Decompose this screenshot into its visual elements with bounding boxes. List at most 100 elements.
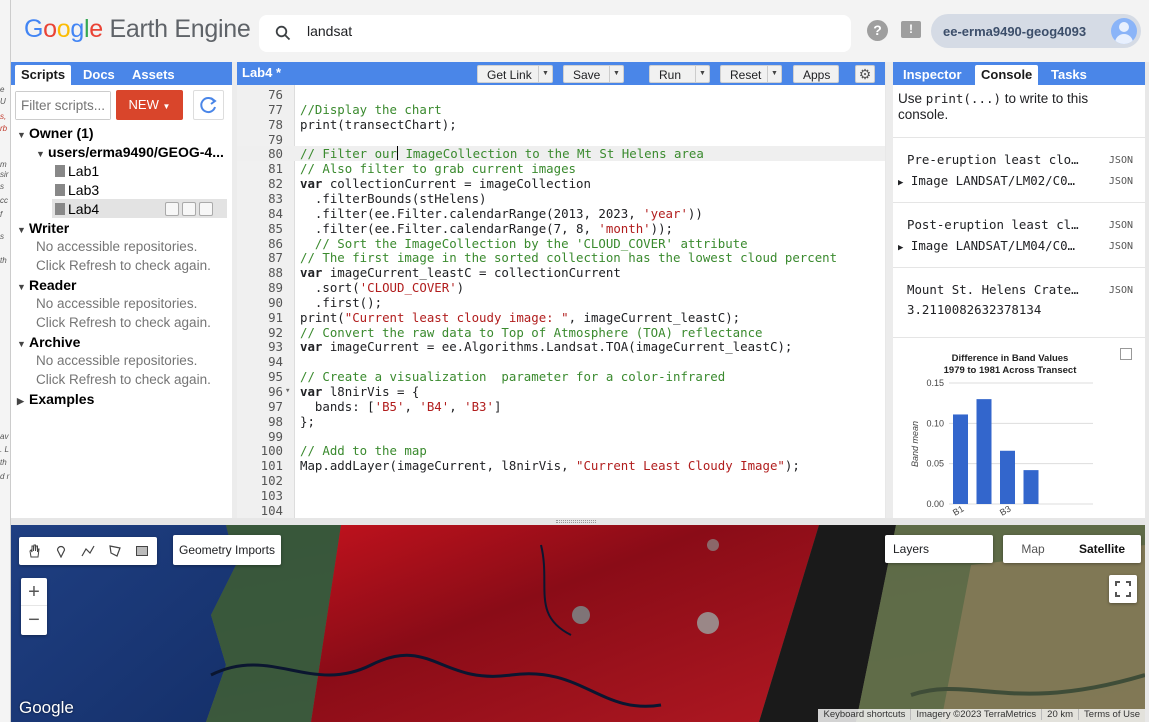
fullscreen-icon[interactable] xyxy=(1109,575,1137,603)
keyboard-shortcuts-link[interactable]: Keyboard shortcuts xyxy=(818,709,910,720)
x-tick-label: B1 xyxy=(951,504,966,518)
code-line[interactable]: 99 xyxy=(237,429,885,444)
tree-file-lab3[interactable]: Lab3 xyxy=(55,182,99,198)
archive-refresh-hint: Click Refresh to check again. xyxy=(36,372,211,387)
polygon-icon[interactable] xyxy=(108,544,122,558)
tab-tasks[interactable]: Tasks xyxy=(1045,65,1093,85)
code-line[interactable]: 86 // Sort the ImageCollection by the 'C… xyxy=(237,236,885,251)
tree-repo[interactable]: ▼ users/erma9490/GEOG-4... xyxy=(36,144,224,160)
code-text: .sort('CLOUD_COVER') xyxy=(300,280,464,295)
code-line[interactable]: 85 .filter(ee.Filter.calendarRange(7, 8,… xyxy=(237,221,885,236)
layers-button[interactable]: Layers xyxy=(885,535,993,563)
chevron-down-icon[interactable]: ▼ xyxy=(609,66,623,82)
hand-icon[interactable] xyxy=(27,544,41,558)
help-icon[interactable]: ? xyxy=(867,20,888,41)
code-line[interactable]: 76 xyxy=(237,87,885,102)
code-line[interactable]: 87 // The first image in the sorted colle… xyxy=(237,250,885,265)
delete-icon[interactable] xyxy=(199,202,213,216)
refresh-button[interactable] xyxy=(193,90,224,120)
output-label[interactable]: Pre-eruption least clo… xyxy=(907,152,1079,167)
tab-assets[interactable]: Assets xyxy=(126,65,181,85)
code-line[interactable]: 92 // Convert the raw data to Top of Atmo… xyxy=(237,325,885,340)
code-line[interactable]: 96 ▾ var l8nirVis = { xyxy=(237,384,885,399)
map-view[interactable]: Geometry Imports Layers Map Satellite + … xyxy=(11,525,1145,722)
zoom-out-button[interactable]: − xyxy=(21,606,47,634)
run-button[interactable]: Run ▼ xyxy=(649,65,710,83)
code-line[interactable]: 81 // Also filter to grab current images xyxy=(237,161,885,176)
history-icon[interactable] xyxy=(165,202,179,216)
code-line[interactable]: 94 xyxy=(237,354,885,369)
zoom-in-button[interactable]: + xyxy=(21,578,47,606)
json-button[interactable]: JSON xyxy=(1109,241,1133,252)
tree-owner[interactable]: ▼ Owner (1) xyxy=(17,125,94,141)
chevron-down-icon[interactable]: ▼ xyxy=(695,66,709,82)
geometry-imports-button[interactable]: Geometry Imports xyxy=(173,535,281,565)
new-button[interactable]: NEW ▼ xyxy=(116,90,183,120)
json-button[interactable]: JSON xyxy=(1109,220,1133,231)
tab-docs[interactable]: Docs xyxy=(77,65,121,85)
code-line[interactable]: 100 // Add to the map xyxy=(237,443,885,458)
tree-archive[interactable]: ▼ Archive xyxy=(17,334,80,350)
filter-scripts-field[interactable] xyxy=(15,91,111,120)
code-line[interactable]: 88 var imageCurrent_leastC = collectionCu… xyxy=(237,265,885,280)
map-type-map[interactable]: Map xyxy=(1003,535,1063,563)
tab-console[interactable]: Console xyxy=(975,65,1039,85)
output-label[interactable]: Mount St. Helens Crate… xyxy=(907,282,1079,297)
code-line[interactable]: 83 .filterBounds(stHelens) xyxy=(237,191,885,206)
tree-file-lab1[interactable]: Lab1 xyxy=(55,163,99,179)
tree-writer[interactable]: ▼ Writer xyxy=(17,220,69,236)
json-button[interactable]: JSON xyxy=(1109,285,1133,296)
code-line[interactable]: 101 Map.addLayer(imageCurrent, l8nirVis, … xyxy=(237,458,885,473)
save-button[interactable]: Save ▼ xyxy=(563,65,624,83)
chevron-down-icon[interactable]: ▼ xyxy=(767,66,781,82)
code-line[interactable]: 98}; xyxy=(237,414,885,429)
code-line[interactable]: 104 xyxy=(237,503,885,518)
code-token: imageCurrent_leastC = collectionCurrent xyxy=(322,265,621,281)
code-line[interactable]: 79 xyxy=(237,132,885,147)
line-icon[interactable] xyxy=(81,544,95,558)
feedback-icon[interactable]: ! xyxy=(901,21,921,38)
map-type-satellite[interactable]: Satellite xyxy=(1063,535,1141,563)
code-line[interactable]: 89 .sort('CLOUD_COVER') xyxy=(237,280,885,295)
json-button[interactable]: JSON xyxy=(1109,155,1133,166)
right-splitter[interactable] xyxy=(886,62,893,518)
fold-toggle-icon[interactable]: ▾ xyxy=(285,384,290,399)
search-input[interactable] xyxy=(307,23,807,39)
marker-icon[interactable] xyxy=(54,544,68,559)
code-line[interactable]: 91 print("Current least cloudy image: ", … xyxy=(237,310,885,325)
tree-reader[interactable]: ▼ Reader xyxy=(17,277,76,293)
chevron-down-icon[interactable]: ▼ xyxy=(538,66,552,82)
code-line[interactable]: 80 // Filter our ImageCollection to the M… xyxy=(237,146,885,162)
code-line[interactable]: 102 xyxy=(237,473,885,488)
code-line[interactable]: 78 print(transectChart); xyxy=(237,117,885,132)
tree-file-lab4[interactable]: Lab4 xyxy=(55,201,99,217)
map-splitter[interactable] xyxy=(11,518,1145,525)
output-image[interactable]: ▶ Image LANDSAT/LM02/C0… xyxy=(898,173,1075,188)
reset-button[interactable]: Reset ▼ xyxy=(720,65,782,83)
get-link-button[interactable]: Get Link ▼ xyxy=(477,65,553,83)
rectangle-icon[interactable] xyxy=(135,544,149,558)
gear-icon[interactable]: ⚙ xyxy=(855,65,875,83)
code-line[interactable]: 84 .filter(ee.Filter.calendarRange(2013,… xyxy=(237,206,885,221)
code-line[interactable]: 95 // Create a visualization parameter fo… xyxy=(237,369,885,384)
code-line[interactable]: 93 var imageCurrent = ee.Algorithms.Lands… xyxy=(237,339,885,354)
code-line[interactable]: 77 //Display the chart xyxy=(237,102,885,117)
output-image[interactable]: ▶ Image LANDSAT/LM04/C0… xyxy=(898,238,1075,253)
code-line[interactable]: 90 .first(); xyxy=(237,295,885,310)
search-bar[interactable] xyxy=(259,15,851,52)
code-line[interactable]: 103 xyxy=(237,488,885,503)
account-chip[interactable]: ee-erma9490-geog4093 xyxy=(931,14,1141,48)
code-line[interactable]: 97 bands: ['B5', 'B4', 'B3'] xyxy=(237,399,885,414)
tab-inspector[interactable]: Inspector xyxy=(897,65,968,85)
apps-button[interactable]: Apps xyxy=(793,65,839,83)
earth-engine-logo[interactable]: Google Earth Engine xyxy=(24,15,251,44)
edit-icon[interactable] xyxy=(182,202,196,216)
tab-scripts[interactable]: Scripts xyxy=(15,65,72,85)
terms-link[interactable]: Terms of Use xyxy=(1078,709,1145,720)
output-label[interactable]: Post-eruption least cl… xyxy=(907,217,1079,232)
tree-examples[interactable]: ▶ Examples xyxy=(17,391,94,407)
filter-scripts-input[interactable] xyxy=(16,92,110,119)
json-button[interactable]: JSON xyxy=(1109,176,1133,187)
grip-handle[interactable] xyxy=(556,520,596,523)
code-line[interactable]: 82 var collectionCurrent = imageCollectio… xyxy=(237,176,885,191)
